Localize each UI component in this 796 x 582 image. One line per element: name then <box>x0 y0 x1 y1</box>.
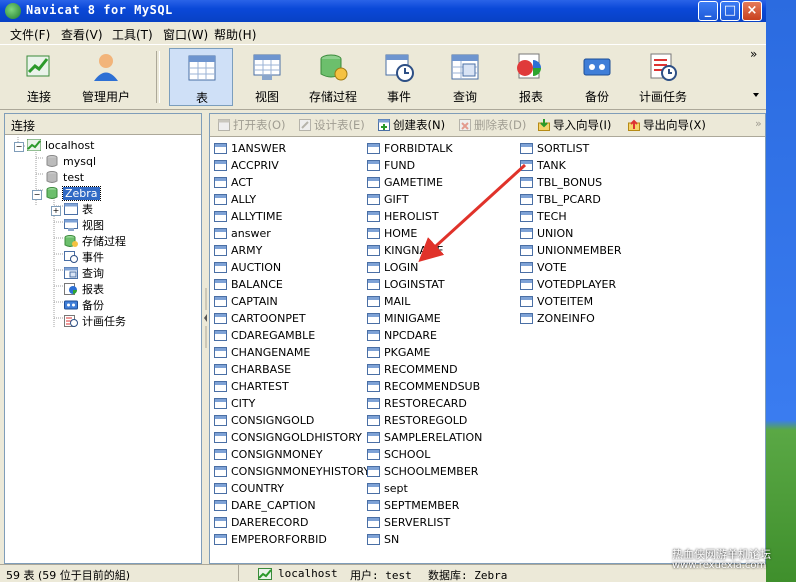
watermark-url: www.rexuexia.com <box>672 560 767 571</box>
red-arrow-line <box>418 163 527 263</box>
annotation-arrow <box>418 163 527 263</box>
